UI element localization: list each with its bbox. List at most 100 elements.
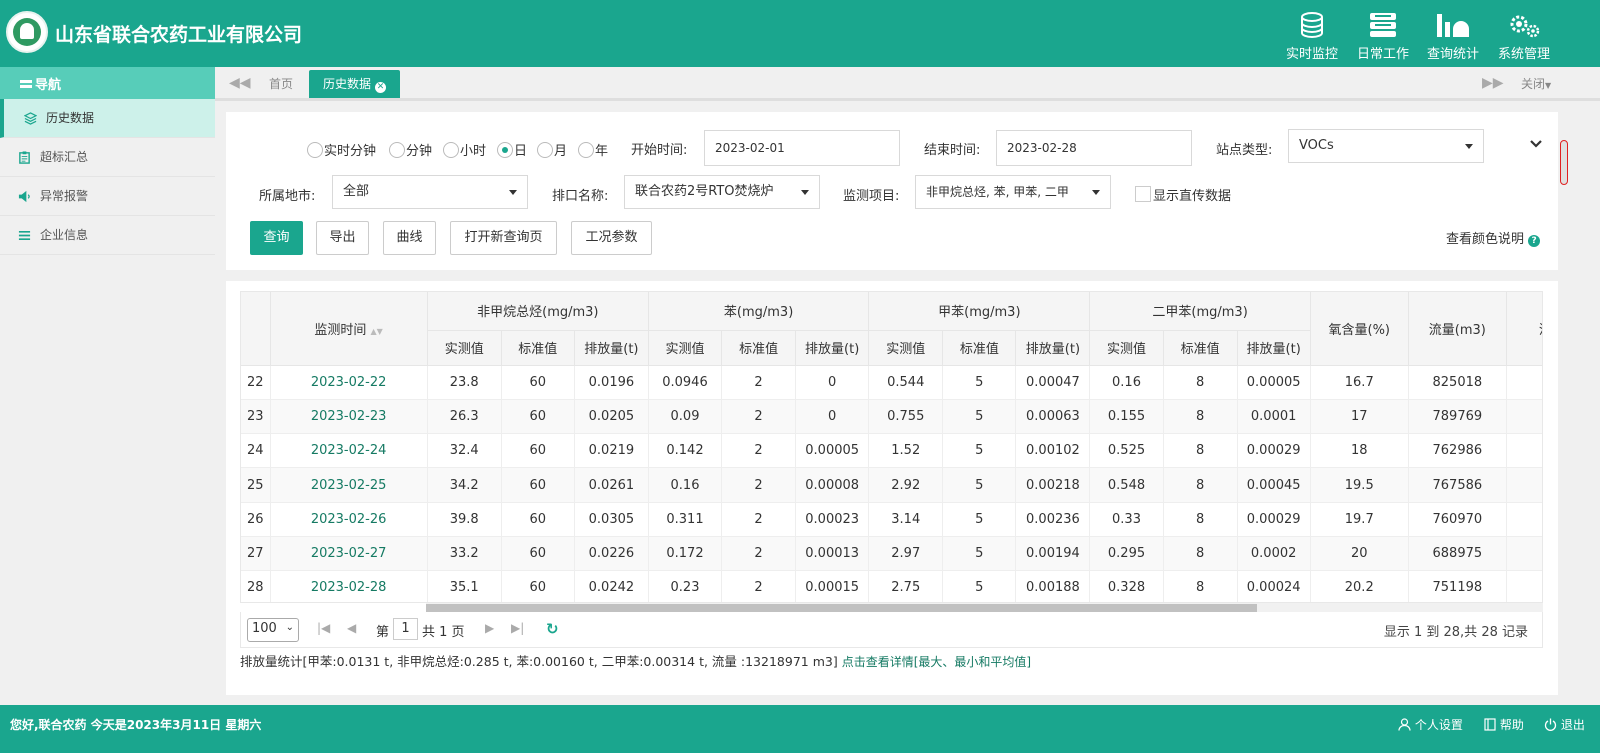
chevron-down-icon[interactable] bbox=[1529, 139, 1543, 149]
scrollbar-thumb[interactable] bbox=[426, 604, 1257, 612]
table-cell: 26.3 bbox=[427, 399, 502, 435]
radio-circle[interactable] bbox=[537, 142, 553, 158]
radio-circle[interactable] bbox=[307, 142, 323, 158]
table-cell: 8 bbox=[1163, 467, 1238, 503]
color-help-text: 查看颜色说明 bbox=[1446, 232, 1525, 247]
color-help-link[interactable]: 查看颜色说明 ? bbox=[1446, 228, 1541, 247]
radio-year[interactable]: 年 bbox=[578, 140, 608, 159]
gears-icon bbox=[1510, 15, 1540, 38]
tab-close-menu[interactable]: 关闭▼ bbox=[1521, 70, 1551, 98]
page-scrollbar[interactable] bbox=[1558, 112, 1570, 705]
monitor-item-select[interactable]: 非甲烷总烃, 苯, 甲苯, 二甲 bbox=[915, 175, 1111, 209]
close-icon[interactable]: ✕ bbox=[375, 82, 387, 93]
table-cell: 0.00029 bbox=[1237, 433, 1311, 469]
table-cell: 0.16 bbox=[648, 467, 723, 503]
sidebar-item-abnormal-alarm[interactable]: 异常报警 bbox=[0, 177, 215, 216]
table-cell: 0.16 bbox=[1089, 365, 1164, 400]
open-new-query-button[interactable]: 打开新查询页 bbox=[450, 221, 557, 255]
table-row: 24 2023-02-24 32.4 60 0.0219 0.142 2 0.00005 1.5… bbox=[241, 433, 1542, 469]
caret-down-icon bbox=[509, 190, 517, 195]
user-settings-link[interactable]: 个人设置 bbox=[1398, 716, 1463, 733]
power-icon bbox=[1544, 718, 1557, 731]
prev-page-icon[interactable]: ◀ bbox=[347, 621, 356, 635]
radio-label: 实时分钟 bbox=[324, 144, 377, 159]
sub-header: 实测值 bbox=[427, 330, 502, 366]
table-cell: 0.755 bbox=[868, 399, 944, 435]
city-select[interactable]: 全部 bbox=[332, 175, 528, 209]
radio-realtime-minute[interactable]: 实时分钟 bbox=[307, 140, 376, 159]
history-table: 监测时间 ▲▼ 非甲烷总烃(mg/m3) 苯(mg/m3) 甲苯(mg/m3) … bbox=[241, 292, 1542, 602]
sub-header: 实测值 bbox=[1089, 330, 1164, 366]
city-value: 全部 bbox=[343, 184, 370, 199]
params-button[interactable]: 工况参数 bbox=[571, 221, 652, 255]
tab-history-data-label: 历史数据 bbox=[323, 77, 372, 91]
tab-scroll-right-icon[interactable]: ▶▶ bbox=[1482, 75, 1504, 91]
sidebar-item-exceed-summary[interactable]: 超标汇总 bbox=[0, 138, 215, 177]
page-scrollbar-thumb[interactable] bbox=[1560, 140, 1568, 185]
nav-realtime-monitor[interactable]: 实时监控 bbox=[1281, 8, 1343, 62]
export-button[interactable]: 导出 bbox=[316, 221, 369, 255]
radio-month[interactable]: 月 bbox=[537, 140, 567, 159]
table-cell: 20 bbox=[1310, 536, 1409, 572]
logout-link[interactable]: 退出 bbox=[1544, 716, 1585, 733]
table-cell: 767586 bbox=[1408, 467, 1507, 503]
table-cell: 0.00045 bbox=[1237, 467, 1311, 503]
time-column-header[interactable]: 监测时间 ▲▼ bbox=[270, 292, 428, 366]
group-header-xylene: 二甲苯(mg/m3) bbox=[1089, 292, 1311, 331]
nav-daily-work[interactable]: 日常工作 bbox=[1352, 8, 1414, 62]
table-cell-empty bbox=[1506, 502, 1542, 537]
sidebar-item-history-data[interactable]: 历史数据 bbox=[0, 99, 215, 138]
radio-circle[interactable] bbox=[578, 142, 594, 158]
user-settings-label: 个人设置 bbox=[1414, 718, 1463, 732]
table-cell: 0.0261 bbox=[574, 467, 649, 503]
table-cell: 0.00005 bbox=[1237, 365, 1311, 400]
table-cell: 19.5 bbox=[1310, 467, 1409, 503]
row-number: 22 bbox=[241, 365, 271, 400]
outlet-select[interactable]: 联合农药2号RTO焚烧炉 bbox=[624, 175, 820, 209]
tab-scroll-left-icon[interactable]: ◀◀ bbox=[229, 75, 251, 91]
page-size-select[interactable]: 100 ⌄ bbox=[247, 618, 299, 642]
nav-system-admin[interactable]: 系统管理 bbox=[1493, 8, 1555, 62]
site-type-select[interactable]: VOCs bbox=[1288, 129, 1484, 163]
first-page-icon[interactable]: |◀ bbox=[317, 621, 330, 635]
radio-minute[interactable]: 分钟 bbox=[389, 140, 432, 159]
sidebar-item-company-info[interactable]: 企业信息 bbox=[0, 216, 215, 255]
last-page-icon[interactable]: ▶| bbox=[511, 621, 524, 635]
query-button[interactable]: 查询 bbox=[250, 221, 303, 255]
table-cell: 0.00008 bbox=[795, 467, 870, 503]
radio-circle[interactable] bbox=[389, 142, 405, 158]
table-cell: 0.142 bbox=[648, 433, 723, 469]
start-time-input[interactable]: 2023-02-01 bbox=[704, 130, 900, 166]
table-horizontal-scrollbar[interactable] bbox=[426, 603, 1543, 612]
summary-detail-link[interactable]: 点击查看详情[最大、最小和平均值] bbox=[842, 655, 1031, 669]
table-cell: 34.2 bbox=[427, 467, 502, 503]
help-link[interactable]: 帮助 bbox=[1484, 716, 1524, 733]
radio-day[interactable]: 日 bbox=[497, 140, 527, 159]
radio-circle[interactable] bbox=[443, 142, 459, 158]
curve-button[interactable]: 曲线 bbox=[383, 221, 436, 255]
footer-bar: 您好,联合农药 今天是2023年3月11日 星期六 个人设置 帮助 退出 bbox=[0, 705, 1600, 753]
table-row: 27 2023-02-27 33.2 60 0.0226 0.172 2 0.00013 2.9… bbox=[241, 536, 1542, 572]
table-cell: 0.23 bbox=[648, 570, 723, 602]
refresh-icon[interactable]: ↻ bbox=[546, 620, 559, 638]
nav-query-stats[interactable]: 查询统计 bbox=[1422, 8, 1484, 62]
radio-hour[interactable]: 小时 bbox=[443, 140, 486, 159]
rownum-header bbox=[241, 292, 271, 366]
radio-label: 月 bbox=[554, 144, 568, 159]
page-size-value: 100 bbox=[252, 621, 277, 636]
row-date: 2023-02-25 bbox=[270, 467, 428, 503]
tab-home[interactable]: 首页 bbox=[269, 70, 293, 98]
direct-data-checkbox[interactable] bbox=[1135, 186, 1151, 202]
page-number-input[interactable]: 1 bbox=[393, 618, 418, 640]
table-cell: 0.09 bbox=[648, 399, 723, 435]
table-cell: 0.33 bbox=[1089, 502, 1164, 537]
company-logo bbox=[6, 11, 48, 53]
caret-down-icon bbox=[801, 190, 809, 195]
table-cell: 0.0226 bbox=[574, 536, 649, 572]
tab-history-data[interactable]: 历史数据 ✕ bbox=[309, 70, 401, 98]
next-page-icon[interactable]: ▶ bbox=[485, 621, 494, 635]
radio-circle-selected[interactable] bbox=[497, 142, 513, 158]
end-time-input[interactable]: 2023-02-28 bbox=[996, 130, 1192, 166]
table-cell: 0.0219 bbox=[574, 433, 649, 469]
table-cell: 2 bbox=[721, 570, 797, 602]
